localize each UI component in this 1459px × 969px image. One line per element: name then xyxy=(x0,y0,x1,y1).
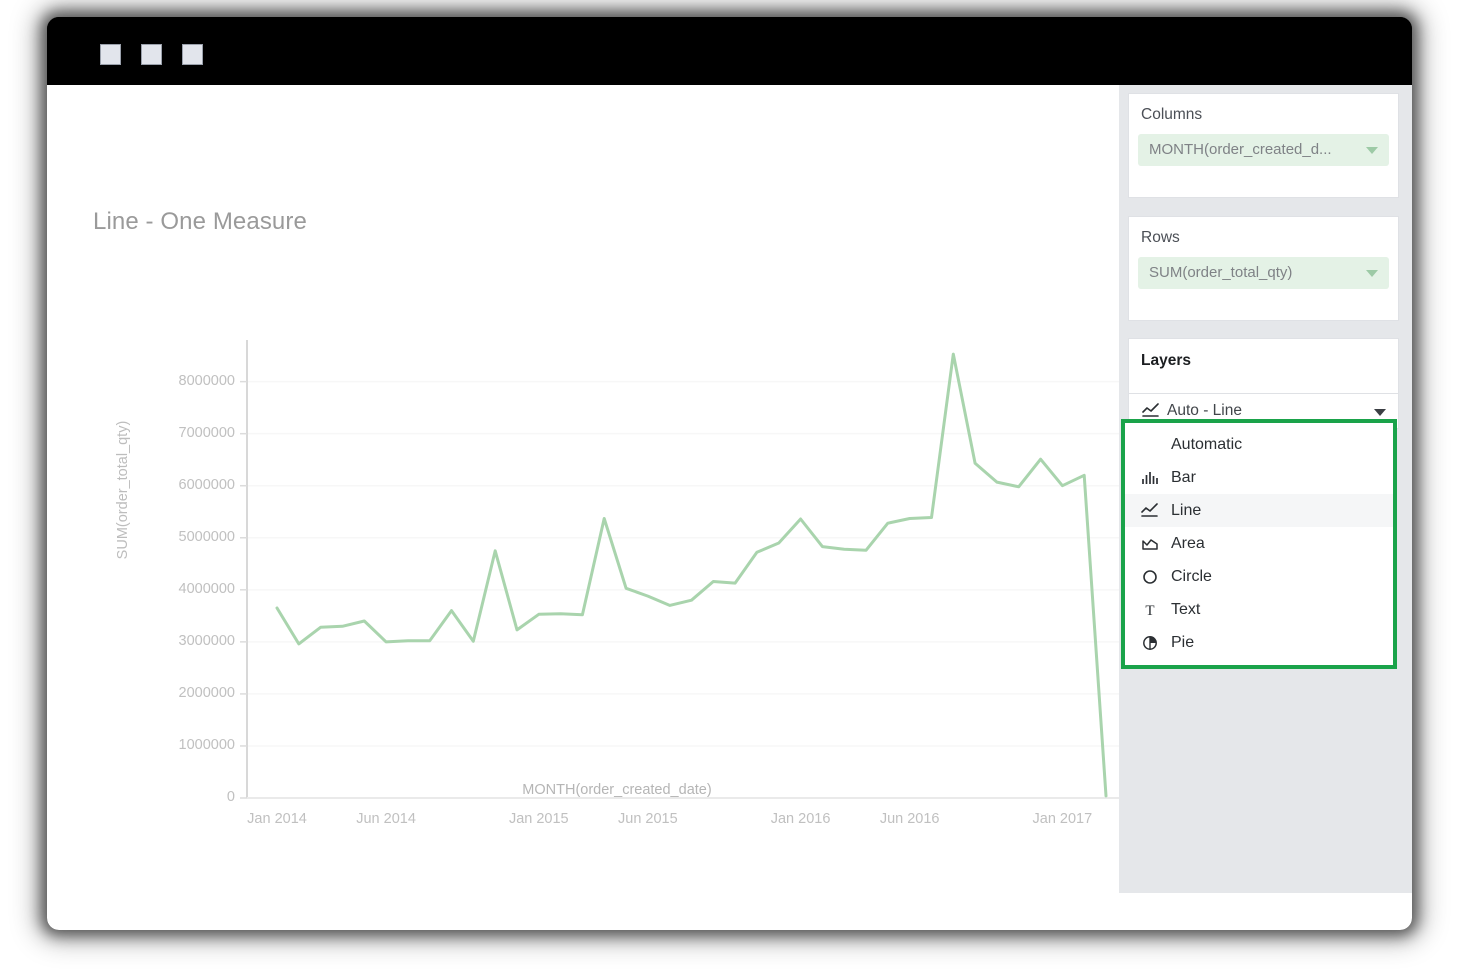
menu-item-label: Circle xyxy=(1171,568,1212,586)
menu-item-label: Text xyxy=(1171,601,1200,619)
y-axis-tick-label: 4000000 xyxy=(137,581,235,597)
y-axis-tick-label: 1000000 xyxy=(137,737,235,753)
chart-region: Line - One Measure 010000002000000300000… xyxy=(47,85,1119,893)
y-axis-tick-label: 5000000 xyxy=(137,529,235,545)
chevron-down-icon[interactable] xyxy=(1374,409,1386,416)
menu-item-text[interactable]: T Text xyxy=(1125,593,1393,626)
columns-field-pill[interactable]: MONTH(order_created_d... xyxy=(1138,134,1389,166)
menu-item-circle[interactable]: Circle xyxy=(1125,560,1393,593)
window-button-2[interactable] xyxy=(141,44,162,65)
y-axis-tick-label: 6000000 xyxy=(137,477,235,493)
y-axis-title: SUM(order_total_qty) xyxy=(115,390,131,590)
y-axis-tick-label: 8000000 xyxy=(137,373,235,389)
y-axis-tick-marks xyxy=(240,382,247,798)
rows-field-pill[interactable]: SUM(order_total_qty) xyxy=(1138,257,1389,289)
x-axis-tick-label: Jan 2016 xyxy=(741,811,861,827)
menu-item-no-icon xyxy=(1139,435,1161,455)
columns-shelf: Columns MONTH(order_created_d... xyxy=(1128,93,1399,198)
layers-section: Layers xyxy=(1128,338,1399,394)
window-title-bar xyxy=(47,17,1412,85)
window-button-1[interactable] xyxy=(100,44,121,65)
menu-item-label: Pie xyxy=(1171,634,1194,652)
y-axis-tick-label: 3000000 xyxy=(137,633,235,649)
y-axis-tick-label: 7000000 xyxy=(137,425,235,441)
rows-field-label: SUM(order_total_qty) xyxy=(1149,264,1292,281)
chevron-down-icon[interactable] xyxy=(1366,147,1378,154)
chart-data-line xyxy=(277,354,1106,796)
x-axis-title: MONTH(order_created_date) xyxy=(187,782,1047,798)
pie-chart-icon xyxy=(1139,633,1161,653)
bar-chart-icon xyxy=(1139,468,1161,488)
area-chart-icon xyxy=(1139,534,1161,554)
columns-shelf-title: Columns xyxy=(1141,106,1202,124)
rows-shelf: Rows SUM(order_total_qty) xyxy=(1128,216,1399,321)
menu-item-area[interactable]: Area xyxy=(1125,527,1393,560)
text-icon: T xyxy=(1139,600,1161,620)
menu-item-label: Automatic xyxy=(1171,436,1242,454)
menu-item-label: Area xyxy=(1171,535,1205,553)
menu-item-label: Bar xyxy=(1171,469,1196,487)
application-window: Line - One Measure 010000002000000300000… xyxy=(47,17,1412,930)
columns-field-label: MONTH(order_created_d... xyxy=(1149,141,1332,158)
x-axis-tick-label: Jan 2017 xyxy=(1002,811,1122,827)
visualization-settings-panel: Columns MONTH(order_created_d... Rows SU… xyxy=(1119,85,1412,893)
layer-type-dropdown-menu: Automatic Bar Line Area Circle T Text Pie xyxy=(1121,419,1397,669)
chart-gridlines xyxy=(247,382,1119,798)
rows-shelf-title: Rows xyxy=(1141,229,1180,247)
line-chart-icon xyxy=(1139,501,1161,521)
x-axis-tick-label: Jun 2015 xyxy=(588,811,708,827)
application-body: Line - One Measure 010000002000000300000… xyxy=(47,85,1412,930)
x-axis-tick-label: Jun 2016 xyxy=(850,811,970,827)
menu-item-pie[interactable]: Pie xyxy=(1125,626,1393,659)
x-axis-tick-label: Jun 2014 xyxy=(326,811,446,827)
menu-item-automatic[interactable]: Automatic xyxy=(1125,428,1393,461)
chevron-down-icon[interactable] xyxy=(1366,270,1378,277)
menu-item-label: Line xyxy=(1171,502,1201,520)
menu-item-line[interactable]: Line xyxy=(1125,494,1393,527)
x-axis-tick-label: Jan 2015 xyxy=(479,811,599,827)
layers-section-title: Layers xyxy=(1141,352,1191,370)
svg-text:T: T xyxy=(1145,603,1154,618)
menu-item-bar[interactable]: Bar xyxy=(1125,461,1393,494)
layer-type-label: Auto - Line xyxy=(1167,402,1242,420)
circle-icon xyxy=(1139,567,1161,587)
window-button-3[interactable] xyxy=(182,44,203,65)
y-axis-tick-label: 2000000 xyxy=(137,685,235,701)
x-axis-tick-label: Jan 2014 xyxy=(217,811,337,827)
